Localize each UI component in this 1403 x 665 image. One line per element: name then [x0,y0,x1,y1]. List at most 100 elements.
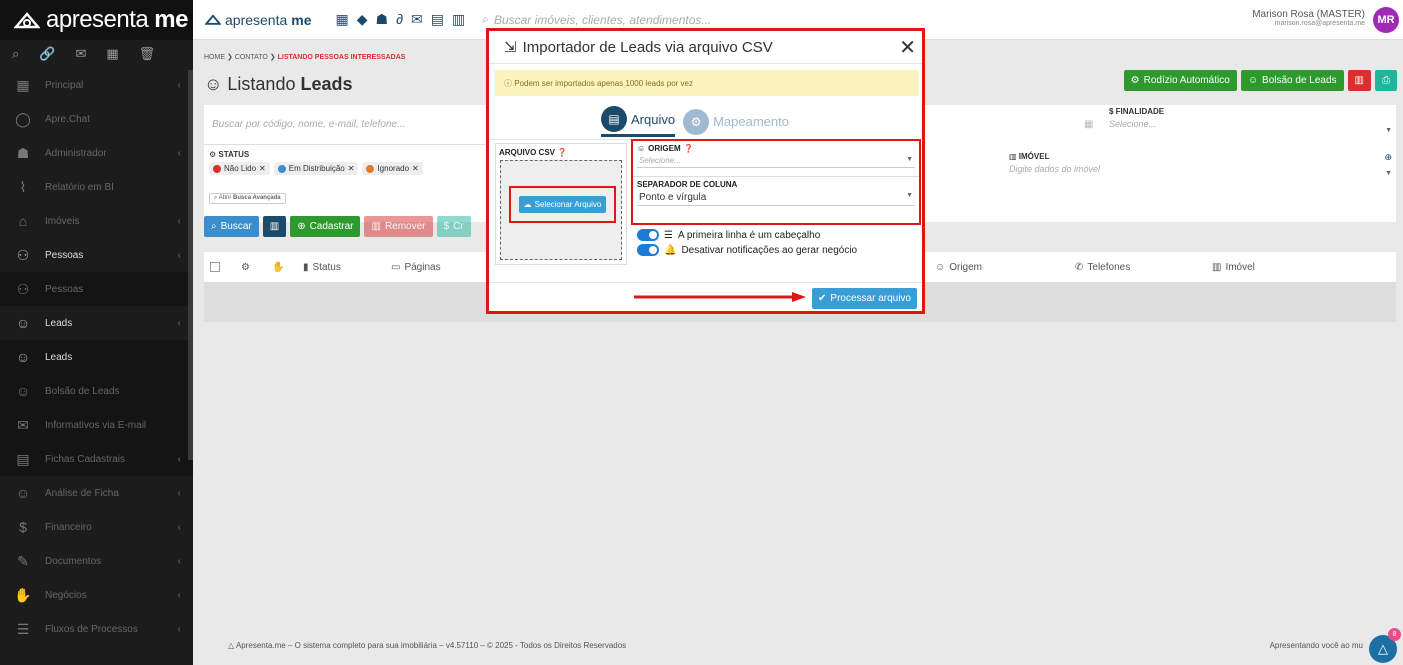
sidebar-item-label: Fichas Cadastrais [45,453,126,465]
chevron-down-icon: ▼ [1385,127,1392,134]
breadcrumb-home[interactable]: HOME [204,54,225,61]
help-icon[interactable]: ❓ [557,148,567,157]
topbar-logo-text: apresenta [225,11,288,28]
sidebar-logo[interactable]: apresenta me [0,0,193,40]
handshake-icon: ✋ [272,261,285,273]
separador-field: SEPARADOR DE COLUNA Ponto e vírgula ▼ [633,176,919,206]
grid-icon[interactable]: ▦ [336,11,349,28]
sidebar-item-fichas-cadastrais[interactable]: ▤ Fichas Cadastrais ‹ [0,442,193,476]
import-modal: ⇲ Importador de Leads via arquivo CSV ✕ … [486,28,925,314]
topbar-logo-tld: me [291,11,312,28]
tab-mapeamento[interactable]: ⚙ Mapeamento [683,108,789,135]
search-icon: ⌕ [481,12,488,26]
advanced-search-toggle[interactable]: ⌕ Abrir Busca Avançada [209,193,286,204]
rodizio-button[interactable]: ⚙ Rodízio Automático [1123,70,1237,91]
lead-search-input[interactable]: Buscar por código, nome, e-mail, telefon… [204,105,494,145]
remove-tag-icon[interactable]: ✕ [412,164,419,173]
print-button[interactable]: ⎙ [1375,70,1397,91]
users-icon[interactable]: ☗ [376,11,389,28]
link-icon[interactable]: ∂ [396,11,403,28]
sidebar-item-im-veis[interactable]: ⌂ Imóveis ‹ [0,204,193,238]
sidebar-item-leads[interactable]: ☺ Leads [0,340,193,374]
status-tag[interactable]: Ignorado ✕ [362,162,423,175]
trash-icon[interactable]: 🗑 [139,46,156,62]
sidebar-item-administrador[interactable]: ☗ Administrador ‹ [0,136,193,170]
gear-icon[interactable]: ⚙ [241,262,250,273]
finalidade-filter[interactable]: $ FINALIDADE Selecione... ▼ [1104,107,1396,134]
col-status[interactable]: ▮ Status [303,262,341,273]
header-toggle[interactable] [637,229,659,241]
link-icon[interactable]: 🔗 [39,46,55,62]
avatar[interactable]: MR [1373,7,1399,33]
help-icon[interactable]: ❓ [684,144,694,153]
col-imovel[interactable]: ▥ Imóvel [1212,262,1255,273]
tag-icon[interactable]: ◆ [357,11,368,28]
calendar-icon[interactable]: ▤ [431,11,444,28]
select-all-checkbox[interactable] [210,262,220,272]
imovel-filter[interactable]: ▥ IMÓVEL Digite dados do imóvel ⊕ ▼ [1004,152,1396,177]
logo-tld: me [154,6,188,33]
create-button[interactable]: $ Cr [436,216,471,237]
calendar-icon[interactable]: ▦ [106,46,118,62]
status-filter[interactable]: ⚙ STATUS Não Lido ✕ Em Distribuição ✕ Ignora… [204,150,494,178]
search-icon[interactable]: ⌕ [12,46,19,62]
sidebar-item-documentos[interactable]: ✎ Documentos ‹ [0,544,193,578]
clear-button[interactable]: ▥ [262,216,287,237]
search-add-icon[interactable]: ⊕ [1384,152,1392,163]
building-icon: ▥ [1212,261,1222,273]
logo-text: apresenta [46,6,149,33]
notif-toggle[interactable] [637,244,659,256]
bolsao-button[interactable]: ☺ Bolsão de Leads [1240,70,1344,91]
cadastrar-button[interactable]: ⊕ Cadastrar [290,216,361,237]
user-info[interactable]: Marison Rosa (MASTER) marison.rosa@apres… [1252,9,1365,27]
lead-search-placeholder: Buscar por código, nome, e-mail, telefon… [212,119,406,130]
status-tag[interactable]: Não Lido ✕ [209,162,270,175]
chart-icon: ⌇ [19,179,27,195]
dashboard-icon: ▦ [16,77,30,93]
sidebar-item-pessoas[interactable]: ⚇ Pessoas ‹ [0,238,193,272]
sidebar-item-informativos-via-e-mail[interactable]: ✉ Informativos via E-mail [0,408,193,442]
sidebar-item-an-lise-de-ficha[interactable]: ☺ Análise de Ficha ‹ [0,476,193,510]
breadcrumb-contact[interactable]: CONTATO [235,54,268,61]
close-icon[interactable]: ✕ [899,35,916,60]
col-telefones[interactable]: ✆ Telefones [1075,262,1130,273]
col-origem[interactable]: ☺ Origem [935,262,982,273]
topbar-logo[interactable]: apresenta me [193,12,312,28]
remove-tag-icon[interactable]: ✕ [348,164,355,173]
global-search[interactable]: ⌕ Buscar imóveis, clientes, atendimentos… [481,12,711,27]
delete-button[interactable]: ▥ [1347,70,1371,91]
trash-icon[interactable]: ▥ [452,11,465,28]
sidebar-item-financeiro[interactable]: $ Financeiro ‹ [0,510,193,544]
buscar-button[interactable]: ⌕ Buscar [204,216,259,237]
annotation-arrow-icon [634,292,806,302]
remove-tag-icon[interactable]: ✕ [259,164,266,173]
status-tag[interactable]: Em Distribuição ✕ [273,162,359,175]
logo-icon [205,14,221,25]
sidebar-item-principal[interactable]: ▦ Principal ‹ [0,68,193,102]
page-title-bold: Leads [300,74,353,94]
sidebar-item-bols-o-de-leads[interactable]: ☺ Bolsão de Leads [0,374,193,408]
mail-icon[interactable]: ✉ [411,11,423,28]
calendar-icon[interactable]: ▦ [1084,119,1093,130]
status-label: ⚙ STATUS [209,150,250,159]
chevron-icon: ‹ [177,487,181,499]
sidebar-item-fluxos-de-processos[interactable]: ☰ Fluxos de Processos ‹ [0,612,193,646]
process-file-button[interactable]: ✔ Processar arquivo [812,288,917,309]
sidebar-item-neg-cios[interactable]: ✋ Negócios ‹ [0,578,193,612]
col-imovel-label: Imóvel [1225,261,1255,273]
cadastrar-label: Cadastrar [309,221,354,232]
tab-arquivo[interactable]: ▤ Arquivo [601,106,676,137]
sidebar-item-relat-rio-em-bi[interactable]: ⌇ Relatório em BI [0,170,193,204]
mail-icon[interactable]: ✉ [75,46,86,62]
col-paginas[interactable]: ▭ Páginas [391,262,441,273]
remover-button[interactable]: ▥ Remover [364,216,433,237]
select-file-label: Selecionar Arquivo [534,200,602,209]
sidebar-item-pessoas[interactable]: ⚇ Pessoas [0,272,193,306]
separador-select[interactable]: Ponto e vírgula ▼ [637,189,915,206]
sidebar-item-apre-chat[interactable]: ◯ Apre.Chat [0,102,193,136]
origem-select[interactable]: Selecione... ▼ [637,153,915,168]
sidebar-item-leads[interactable]: ☺ Leads ‹ [0,306,193,340]
origem-field: ☺ ORIGEM ❓ Selecione... ▼ [633,141,919,168]
csv-label: ARQUIVO CSV ❓ [496,144,626,161]
select-file-button[interactable]: ☁ Selecionar Arquivo [518,196,607,213]
